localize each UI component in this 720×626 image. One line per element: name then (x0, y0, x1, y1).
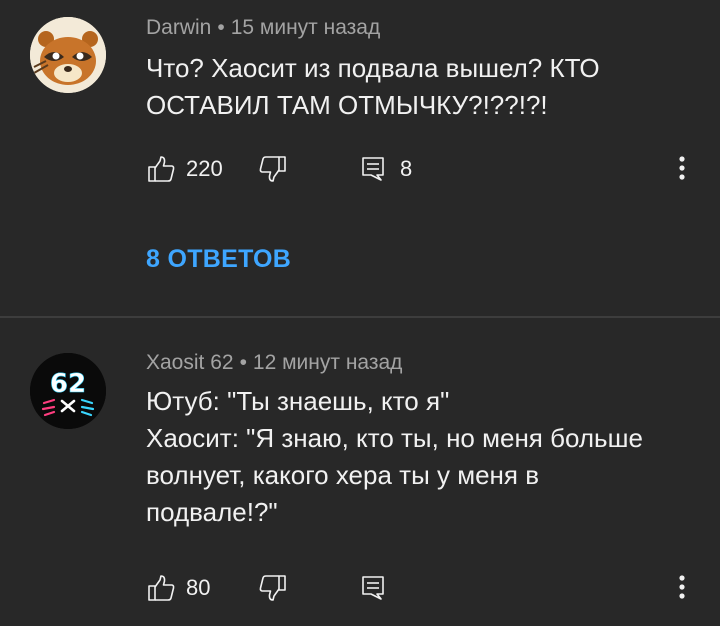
comment-icon (360, 573, 386, 603)
like-button[interactable]: 220 (146, 154, 223, 184)
thumbs-down-icon (258, 154, 288, 184)
avatar-text: 62 (50, 369, 86, 399)
raccoon-face-icon (30, 17, 106, 93)
timestamp[interactable]: 15 минут назад (231, 16, 381, 39)
comment: 62 Xaosit 62 • 12 минут назад Ютуб: "Ты зн… (0, 318, 720, 626)
comment-text-line: Что? Хаосит из подвала вышел? КТО (146, 53, 600, 83)
more-vert-icon (678, 154, 686, 182)
avatar[interactable] (30, 17, 106, 93)
timestamp[interactable]: 12 минут назад (253, 351, 403, 374)
like-count: 220 (186, 156, 223, 181)
dislike-button[interactable] (258, 154, 288, 184)
comment-text-line: Ютуб: "Ты знаешь, кто я" (146, 386, 450, 416)
more-vert-icon (678, 573, 686, 601)
separator-dot: • (239, 351, 247, 374)
thumbs-up-icon (146, 573, 176, 603)
reply-button[interactable] (360, 573, 386, 603)
comment-meta: Xaosit 62 • 12 минут назад (146, 351, 402, 375)
separator-dot: • (217, 16, 225, 39)
author-name[interactable]: Xaosit 62 (146, 351, 234, 374)
thumbs-down-icon (258, 573, 288, 603)
comment-text-line: Хаосит: "Я знаю, кто ты, но меня больше (146, 423, 643, 453)
dislike-button[interactable] (258, 573, 288, 603)
author-name[interactable]: Darwin (146, 16, 211, 39)
comment-actions: 220 8 (146, 154, 706, 194)
comment-text: Ютуб: "Ты знаешь, кто я" Хаосит: "Я знаю… (146, 383, 701, 531)
comment-text: Что? Хаосит из подвала вышел? КТО ОСТАВИ… (146, 50, 701, 124)
comment-icon (360, 154, 386, 184)
like-count: 80 (186, 575, 211, 600)
comment-text-line: волнует, какого хера ты у меня в (146, 460, 540, 490)
thumbs-up-icon (146, 154, 176, 184)
comment-text-line: ОСТАВИЛ ТАМ ОТМЫЧКУ?!??!?! (146, 90, 548, 120)
avatar[interactable]: 62 (30, 353, 106, 429)
comment-text-line: подвале!?" (146, 497, 278, 527)
view-replies-link[interactable]: 8 ОТВЕТОВ (146, 245, 291, 274)
more-options-button[interactable] (670, 154, 694, 182)
reply-button[interactable]: 8 (360, 154, 412, 184)
more-options-button[interactable] (670, 573, 694, 601)
reply-count: 8 (400, 156, 413, 181)
like-button[interactable]: 80 (146, 573, 210, 603)
comment-meta: Darwin • 15 минут назад (146, 16, 380, 40)
comment: Darwin • 15 минут назад Что? Хаосит из под… (0, 0, 720, 316)
comment-actions: 80 (146, 573, 706, 613)
